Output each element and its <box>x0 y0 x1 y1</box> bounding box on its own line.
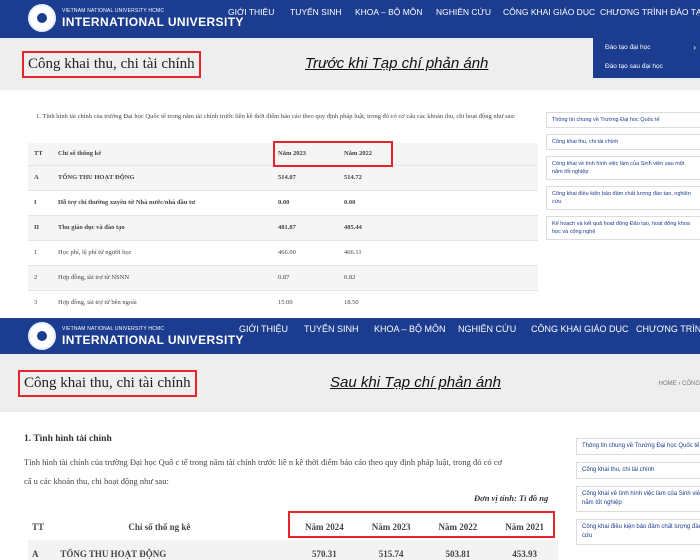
nav-gioi-thieu[interactable]: GIỚI THIỆU <box>239 324 288 334</box>
intro-paragraph: 1. Tình hình tài chính của trường Đại họ… <box>36 113 516 120</box>
nav-tuyen-sinh[interactable]: TUYỂN SINH <box>304 324 359 334</box>
logo-subtitle: VIETNAM NATIONAL UNIVERSITY HCMC <box>62 325 165 332</box>
cell-tt: 1 <box>28 239 58 265</box>
before-caption: Trước khi Tạp chí phản ánh <box>305 55 489 72</box>
sidebar-links: Thông tin chung về Trường Đại học Quốc t… <box>576 438 700 552</box>
cell-indicator: TỔNG THU HOẠT ĐỘNG <box>58 164 278 190</box>
dropdown-item-postgraduate[interactable]: Đào tạo sau đại học <box>605 63 663 70</box>
university-emblem-icon <box>28 4 56 32</box>
intro-line: Tình hình tài chính của trường Đại học Q… <box>24 457 503 467</box>
cell-indicator: Hợp đồng, tài trợ từ NSNN <box>58 264 278 290</box>
col-header-indicator: Chỉ số thống kê <box>58 143 278 165</box>
before-screenshot-panel: VIETNAM NATIONAL UNIVERSITY HCMC INTERNA… <box>0 0 700 318</box>
page-title-band: Công khai thu, chi tài chính Sau khi Tạp… <box>0 354 700 412</box>
sidebar-link[interactable]: Thông tin chung về Trường Đại học Quốc t… <box>546 112 700 128</box>
cell-value: 15.00 <box>278 289 344 315</box>
finance-table: TT Chỉ số thống kê Năm 2023 Năm 2022 A T… <box>28 143 538 315</box>
col-header-tt: TT <box>28 143 58 165</box>
after-caption: Sau khi Tạp chí phản ánh <box>330 374 501 391</box>
intro-line: cấ u các khoản thu, chi hoạt động như sa… <box>24 476 169 486</box>
sidebar-link[interactable]: Thông tin chung về Trường Đại học Quốc t… <box>576 438 700 455</box>
university-logo[interactable]: VIETNAM NATIONAL UNIVERSITY HCMC INTERNA… <box>28 4 244 32</box>
cell-indicator: Học phí, lệ phí từ người học <box>58 239 278 265</box>
year-columns-highlight <box>288 511 555 538</box>
nav-chuong-trinh-dao-tao[interactable]: CHƯƠNG TRÌNH ĐÀO TẠO <box>636 324 700 334</box>
dropdown-item-undergraduate[interactable]: Đào tạo đại học <box>605 44 651 51</box>
cell-tt: II <box>28 214 58 240</box>
breadcrumb[interactable]: HOME › CÔNG <box>659 381 700 387</box>
cell-tt: A <box>28 164 58 190</box>
sidebar-link[interactable]: Công khai về tình hình việc làm của Sinh… <box>546 156 700 180</box>
sidebar-link[interactable]: Công khai về tình hình việc làm của Sinh… <box>576 486 700 512</box>
sidebar-link[interactable]: Công khai thu, chi tài chính <box>546 134 700 150</box>
logo-title: INTERNATIONAL UNIVERSITY <box>62 14 244 29</box>
nav-nghien-cuu[interactable]: NGHIÊN CỨU <box>458 324 516 334</box>
col-header-indicator: Chỉ số thố ng kê <box>128 522 191 532</box>
section-heading: 1. Tình hình tài chính <box>24 434 112 444</box>
cell-value: 0.00 <box>278 189 344 215</box>
university-emblem-icon <box>28 322 56 350</box>
nav-gioi-thieu[interactable]: GIỚI THIỆU <box>228 7 274 17</box>
sidebar-link[interactable]: Kế hoạch và kết quả hoạt động Đảo tạo, h… <box>546 216 700 240</box>
cell-value: 485.44 <box>344 214 410 240</box>
year-columns-highlight <box>273 141 393 167</box>
table-row: 2 Hợp đồng, tài trợ từ NSNN 0.87 0.82 <box>28 264 538 290</box>
table-row: 1 Học phí, lệ phí từ người học 466.00 46… <box>28 239 538 265</box>
cell-value: 514.07 <box>278 164 344 190</box>
table-row: 3 Hợp đồng, tài trợ từ bên ngoài 15.00 1… <box>28 289 538 315</box>
cell-value: 570.31 <box>290 540 358 560</box>
cell-value: 466.11 <box>344 239 410 265</box>
cell-tt: 2 <box>28 264 58 290</box>
nav-cong-khai-giao-duc[interactable]: CÔNG KHAI GIÁO DỤC <box>503 7 595 17</box>
cell-indicator: Hỗ trợ chi thường xuyên từ Nhà nước/nhà … <box>58 189 278 215</box>
sidebar-links: Thông tin chung về Trường Đại học Quốc t… <box>546 112 700 246</box>
cell-tt: 3 <box>28 289 58 315</box>
cell-indicator: TỔNG THU HOẠT ĐỘNG <box>58 540 291 560</box>
logo-subtitle: VIETNAM NATIONAL UNIVERSITY HCMC <box>62 7 165 14</box>
cell-value: 0.82 <box>344 264 410 290</box>
cell-tt: A <box>28 540 59 560</box>
cell-value: 515.74 <box>357 540 425 560</box>
cell-value: 0.00 <box>344 189 410 215</box>
page-title: Công khai thu, chi tài chính <box>22 51 201 78</box>
top-navbar: VIETNAM NATIONAL UNIVERSITY HCMC INTERNA… <box>0 0 700 38</box>
cell-value: 503.81 <box>424 540 492 560</box>
nav-chuong-trinh-dao-tao[interactable]: CHƯƠNG TRÌNH ĐÀO TẠO <box>600 7 700 17</box>
intro-paragraph: Tình hình tài chính của trường Đại học Q… <box>24 453 502 491</box>
chevron-right-icon: › <box>693 43 696 52</box>
page-title: Công khai thu, chi tài chính <box>18 370 197 397</box>
unit-label: Đơn vị tính: Tỉ đồ ng <box>474 493 549 503</box>
table-row: A TỔNG THU HOẠT ĐỘNG 514.07 514.72 <box>28 164 538 190</box>
cell-indicator: Thu giáo dục và đào tạo <box>58 214 278 240</box>
table-row: A TỔNG THU HOẠT ĐỘNG 570.31 515.74 503.8… <box>28 540 558 560</box>
cell-value: 18.50 <box>344 289 410 315</box>
cell-value: 466.00 <box>278 239 344 265</box>
nav-nghien-cuu[interactable]: NGHIÊN CỨU <box>436 7 491 17</box>
nav-cong-khai-giao-duc[interactable]: CÔNG KHAI GIÁO DỤC <box>531 324 629 334</box>
sidebar-link[interactable]: Công khai thu, chi tài chính <box>576 462 700 479</box>
col-header-tt: TT <box>32 522 45 532</box>
sidebar-link[interactable]: Công khai điều kiện bảo đảm chất lượng đ… <box>576 519 700 545</box>
logo-title: INTERNATIONAL UNIVERSITY <box>62 332 244 347</box>
top-navbar: VIETNAM NATIONAL UNIVERSITY HCMC INTERNA… <box>0 318 700 354</box>
cell-indicator: Hợp đồng, tài trợ từ bên ngoài <box>58 289 278 315</box>
cell-value: 481.87 <box>278 214 344 240</box>
sidebar-link[interactable]: Công khai điều kiện bảo đảm chất lượng đ… <box>546 186 700 210</box>
cell-value: 453.93 <box>491 540 558 560</box>
training-dropdown-menu: Đào tạo đại học › Đào tạo sau đại học <box>593 38 700 78</box>
cell-value: 514.72 <box>344 164 410 190</box>
after-screenshot-panel: VIETNAM NATIONAL UNIVERSITY HCMC INTERNA… <box>0 318 700 560</box>
university-logo[interactable]: VIETNAM NATIONAL UNIVERSITY HCMC INTERNA… <box>28 322 244 350</box>
table-row: I Hỗ trợ chi thường xuyên từ Nhà nước/nh… <box>28 189 538 215</box>
nav-tuyen-sinh[interactable]: TUYỂN SINH <box>290 7 341 17</box>
nav-khoa-bo-mon[interactable]: KHOA – BỘ MÔN <box>355 7 423 17</box>
nav-khoa-bo-mon[interactable]: KHOA – BỘ MÔN <box>374 324 446 334</box>
cell-value: 0.87 <box>278 264 344 290</box>
cell-tt: I <box>28 189 58 215</box>
table-row: II Thu giáo dục và đào tạo 481.87 485.44 <box>28 214 538 240</box>
